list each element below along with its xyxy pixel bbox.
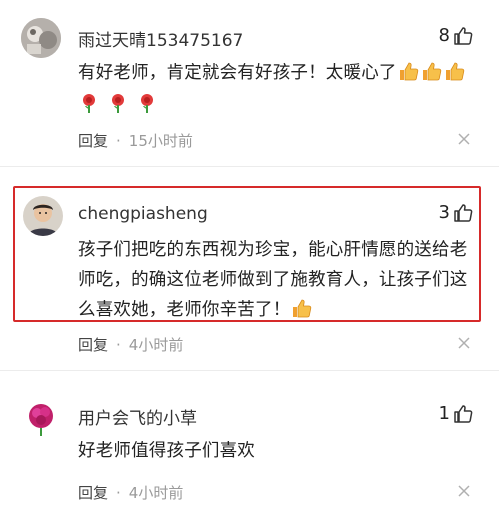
comment-item: chengpiasheng 3 孩子们把吃的东西视为珍宝，能心肝情愿的送给老师吃… [0,186,499,366]
separator: · [116,483,121,502]
close-icon[interactable] [457,484,471,498]
like-count: 8 [438,25,450,46]
rose-emoji [78,92,100,124]
comment-meta: 回复 · 15小时前 [78,130,193,151]
reply-button[interactable]: 回复 [78,334,108,355]
rose-emoji [107,92,129,124]
thumbs-up-emoji [420,61,442,91]
timestamp: 4小时前 [128,336,184,354]
comment-text: 好老师值得孩子们喜欢 [78,441,255,461]
divider [0,370,499,371]
comment-meta: 回复 · 4小时前 [78,334,183,355]
username[interactable]: 雨过天晴153475167 [78,26,243,51]
comment-meta: 回复 · 4小时前 [78,482,183,503]
avatar[interactable] [21,398,61,438]
comment-text: 孩子们把吃的东西视为珍宝，能心肝情愿的送给老师吃，的确这位老师做到了施教育人，让… [78,235,473,328]
timestamp: 15小时前 [128,132,193,150]
comment-item: 用户会飞的小草 1 好老师值得孩子们喜欢 回复 · 4小时前 [0,386,499,526]
like-count: 1 [438,403,450,424]
thumbs-up-emoji [290,298,312,328]
close-icon[interactable] [457,336,471,350]
reply-button[interactable]: 回复 [78,130,108,151]
avatar[interactable] [21,18,61,58]
like-button[interactable]: 1 [439,403,473,424]
comment-text: 有好老师，肯定就会有好孩子！太暖心了 [78,58,478,124]
thumbs-up-emoji [397,61,419,91]
reply-button[interactable]: 回复 [78,482,108,503]
username[interactable]: 用户会飞的小草 [78,404,197,429]
thumbs-up-icon [454,203,473,222]
separator: · [116,335,121,354]
divider [0,166,499,167]
avatar[interactable] [23,196,63,236]
like-count: 3 [438,202,450,223]
like-button[interactable]: 3 [439,202,473,223]
rose-emoji [136,92,158,124]
comment-item: 雨过天晴153475167 8 有好老师，肯定就会有好孩子！太暖心了 回复 · … [0,0,499,160]
thumbs-up-icon [454,404,473,423]
thumbs-up-emoji [443,61,465,91]
thumbs-up-icon [454,26,473,45]
close-icon[interactable] [457,132,471,146]
username[interactable]: chengpiasheng [78,204,208,224]
like-button[interactable]: 8 [439,25,473,46]
separator: · [116,131,121,150]
timestamp: 4小时前 [128,484,184,502]
